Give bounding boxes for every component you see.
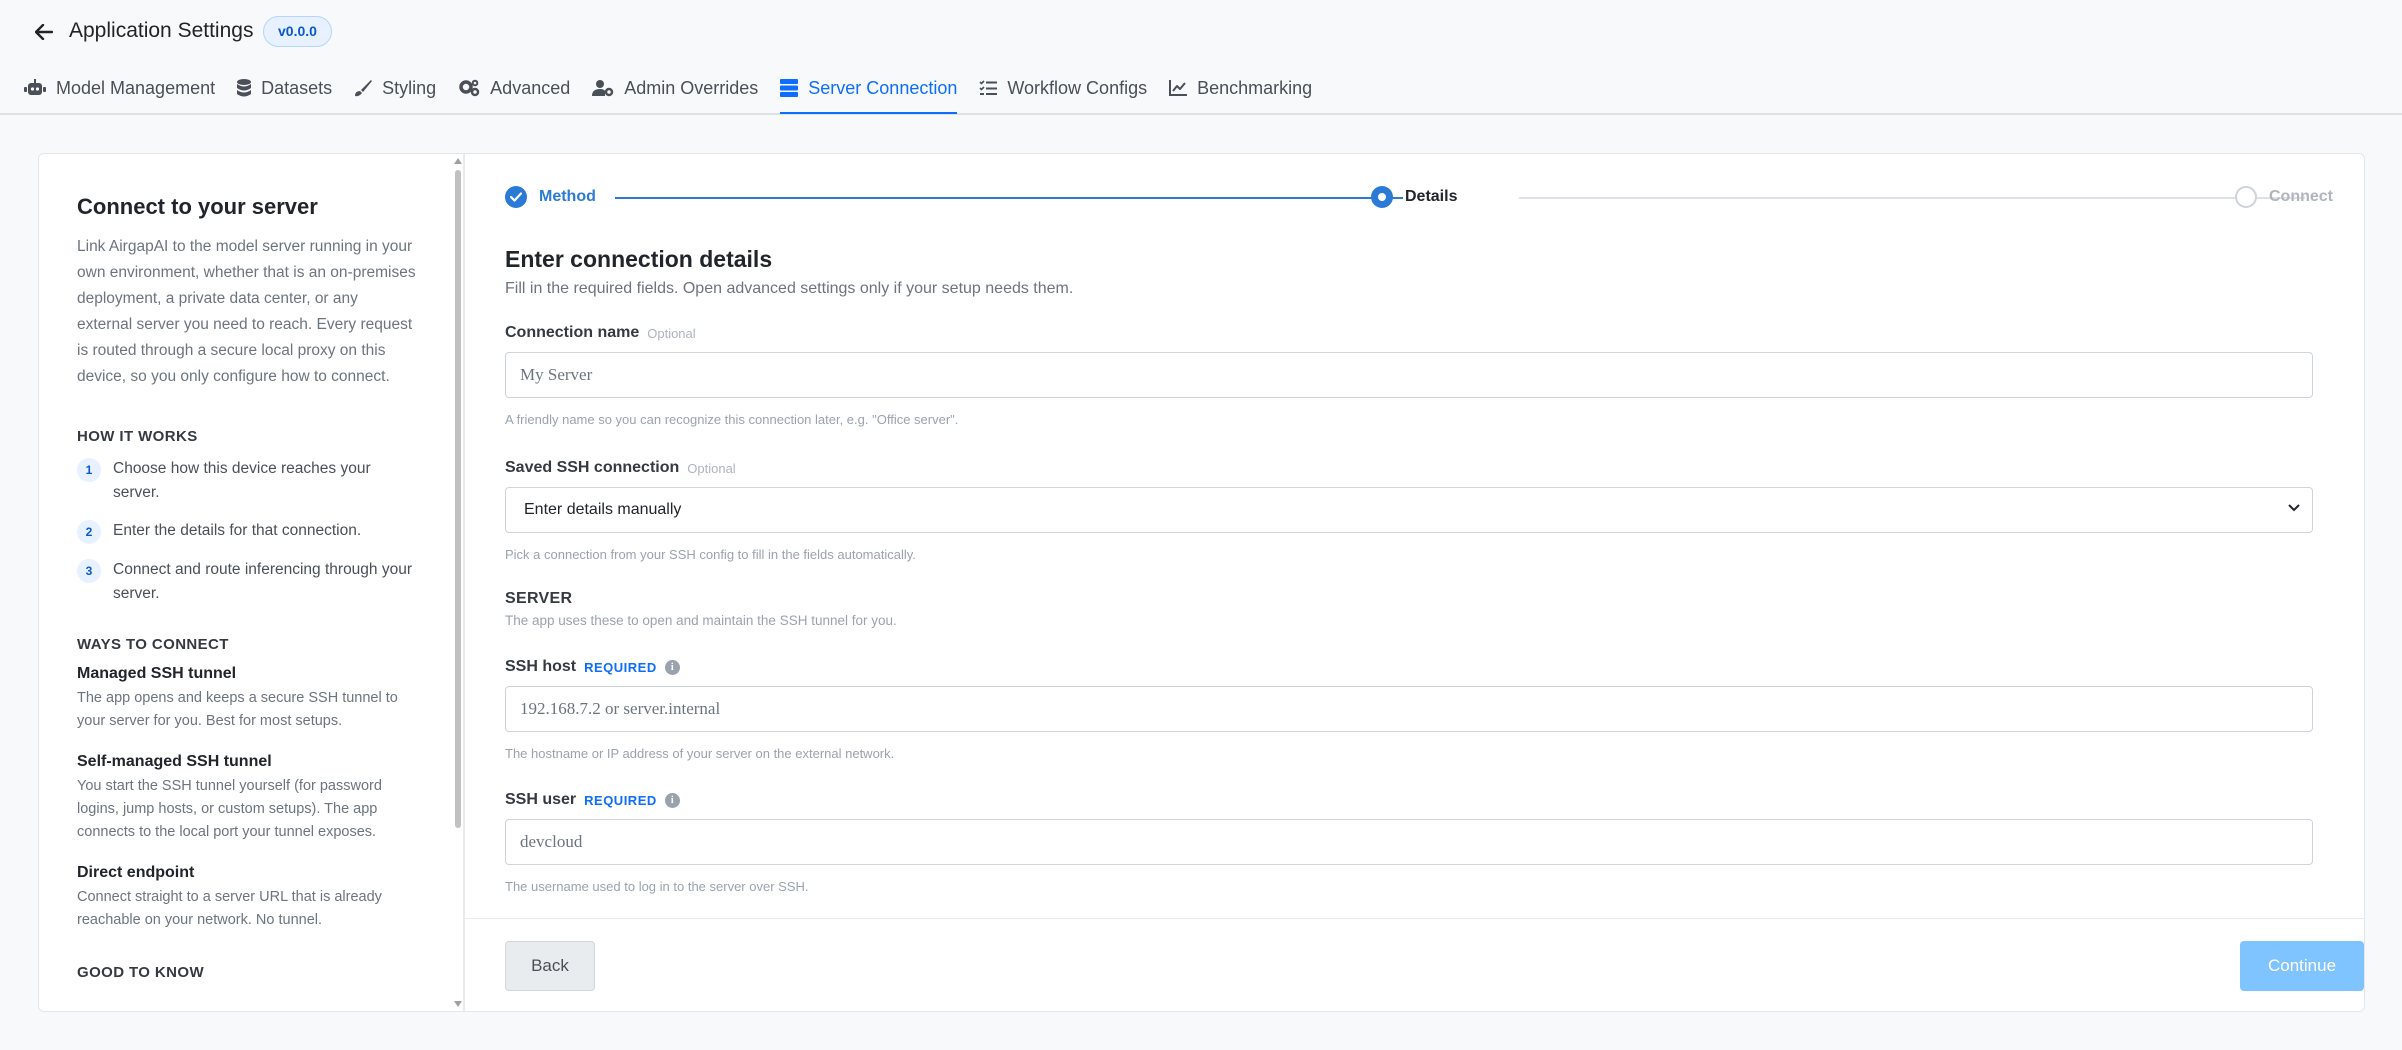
chart-line-icon: [1169, 80, 1188, 96]
list-check-icon: [979, 80, 998, 95]
connection-name-input[interactable]: My Server: [505, 352, 2313, 398]
connection-name-hint: A friendly name so you can recognize thi…: [505, 412, 959, 427]
back-arrow-icon[interactable]: [30, 18, 58, 46]
required-tag: REQUIRED: [584, 792, 657, 808]
database-icon: [237, 79, 252, 97]
settings-tabs: Model Management Datasets Styling Advanc…: [24, 68, 1334, 114]
connection-name-label: Connection name Optional: [505, 324, 696, 341]
stepper-step-details: Details: [1371, 186, 1457, 208]
server-connection-card: Connect to your server Link AirgapAI to …: [38, 153, 2365, 1012]
way-item: Direct endpoint Connect straight to a se…: [77, 864, 417, 932]
continue-button[interactable]: Continue: [2240, 941, 2364, 991]
way-item: Self-managed SSH tunnel You start the SS…: [77, 753, 417, 844]
step-text: Connect and route inferencing through yo…: [113, 561, 413, 602]
chevron-down-icon: [2288, 504, 2300, 512]
ssh-host-label: SSH host REQUIRED i: [505, 658, 2313, 676]
tab-label: Advanced: [490, 77, 571, 98]
stepper-step-method: Method: [505, 186, 606, 208]
optional-tag: Optional: [687, 460, 736, 476]
how-it-works-heading: HOW IT WORKS: [77, 428, 198, 445]
how-step: 3 Connect and route inferencing through …: [77, 558, 417, 606]
tab-model-management[interactable]: Model Management: [24, 68, 215, 108]
footer-divider: [465, 918, 2364, 919]
pending-step-dot-icon: [2235, 186, 2257, 208]
server-icon: [780, 79, 799, 97]
way-description: The app opens and keeps a secure SSH tun…: [77, 690, 398, 729]
tab-styling[interactable]: Styling: [354, 68, 436, 108]
form-subtitle: Fill in the required fields. Open advanc…: [505, 280, 1074, 297]
tab-label: Admin Overrides: [624, 77, 759, 98]
way-description: You start the SSH tunnel yourself (for p…: [77, 778, 382, 840]
stepper-line-complete: [615, 197, 1403, 199]
version-badge: v0.0.0: [263, 16, 332, 47]
way-title: Managed SSH tunnel: [77, 665, 237, 682]
saved-ssh-hint: Pick a connection from your SSH config t…: [505, 547, 916, 562]
step-text: Choose how this device reaches your serv…: [113, 460, 371, 501]
ssh-user-input[interactable]: devcloud: [505, 819, 2313, 865]
good-to-know-heading: GOOD TO KNOW: [77, 964, 205, 981]
way-title: Direct endpoint: [77, 864, 195, 881]
ssh-user-label: SSH user REQUIRED i: [505, 791, 2313, 809]
tab-label: Server Connection: [808, 77, 958, 98]
settings-header: Application Settings v0.0.0 Model Manage…: [0, 0, 2402, 115]
check-icon: [505, 186, 527, 208]
stepper-label: Method: [539, 188, 596, 205]
info-icon[interactable]: i: [664, 792, 680, 808]
tab-datasets[interactable]: Datasets: [237, 68, 332, 108]
tab-label: Styling: [382, 77, 437, 98]
form-title: Enter connection details: [505, 246, 773, 272]
saved-ssh-select[interactable]: Enter details manually: [505, 487, 2313, 533]
ssh-host-input[interactable]: 192.168.7.2 or server.internal: [505, 686, 2313, 732]
tab-label: Datasets: [261, 77, 333, 98]
stepper-label: Connect: [2269, 188, 2333, 205]
step-text: Enter the details for that connection.: [113, 522, 362, 539]
help-title: Connect to your server: [77, 194, 318, 219]
server-section-heading: SERVER: [505, 590, 573, 607]
way-item: Managed SSH tunnel The app opens and kee…: [77, 665, 417, 733]
way-description: Connect straight to a server URL that is…: [77, 889, 382, 928]
stepper-step-connect: Connect: [2235, 186, 2333, 208]
ssh-host-hint: The hostname or IP address of your serve…: [505, 746, 895, 761]
saved-ssh-label: Saved SSH connection Optional: [505, 459, 736, 476]
tab-advanced[interactable]: Advanced: [458, 68, 570, 108]
tab-label: Model Management: [56, 77, 216, 98]
form-panel: Method Details Connect Enter connection …: [465, 154, 2364, 1011]
page-title: Application Settings: [69, 19, 254, 42]
tab-admin-overrides[interactable]: Admin Overrides: [592, 68, 758, 108]
gears-icon: [459, 79, 480, 97]
how-step: 1 Choose how this device reaches your se…: [77, 457, 417, 505]
robot-icon: [24, 79, 46, 95]
step-number: 1: [77, 458, 101, 482]
select-value: Enter details manually: [524, 501, 682, 518]
help-description: Link AirgapAI to the model server runnin…: [77, 238, 416, 385]
user-gear-icon: [592, 80, 614, 97]
stepper-label: Details: [1405, 188, 1458, 205]
connection-form: Connection name Optional My Server A fri…: [505, 324, 2313, 894]
step-number: 3: [77, 559, 101, 583]
info-icon[interactable]: i: [664, 659, 680, 675]
optional-tag: Optional: [647, 325, 696, 341]
help-panel: Connect to your server Link AirgapAI to …: [39, 154, 463, 1011]
required-tag: REQUIRED: [584, 659, 657, 675]
stepper-line-pending: [1519, 197, 2305, 199]
tab-label: Workflow Configs: [1007, 77, 1148, 98]
step-number: 2: [77, 520, 101, 544]
help-panel-scrollbar[interactable]: [453, 154, 463, 1011]
how-step: 2 Enter the details for that connection.: [77, 519, 417, 544]
tab-workflow-configs[interactable]: Workflow Configs: [979, 68, 1147, 108]
tab-label: Benchmarking: [1197, 77, 1313, 98]
ways-to-connect-heading: WAYS TO CONNECT: [77, 636, 229, 653]
way-title: Self-managed SSH tunnel: [77, 753, 272, 770]
tab-benchmarking[interactable]: Benchmarking: [1169, 68, 1312, 108]
back-button[interactable]: Back: [505, 941, 595, 991]
current-step-dot-icon: [1371, 186, 1393, 208]
server-section-subtitle: The app uses these to open and maintain …: [505, 613, 897, 628]
brush-icon: [355, 80, 373, 97]
progress-stepper: Method Details Connect: [505, 186, 2333, 216]
tab-server-connection[interactable]: Server Connection: [780, 68, 958, 114]
ssh-user-hint: The username used to log in to the serve…: [505, 879, 809, 894]
